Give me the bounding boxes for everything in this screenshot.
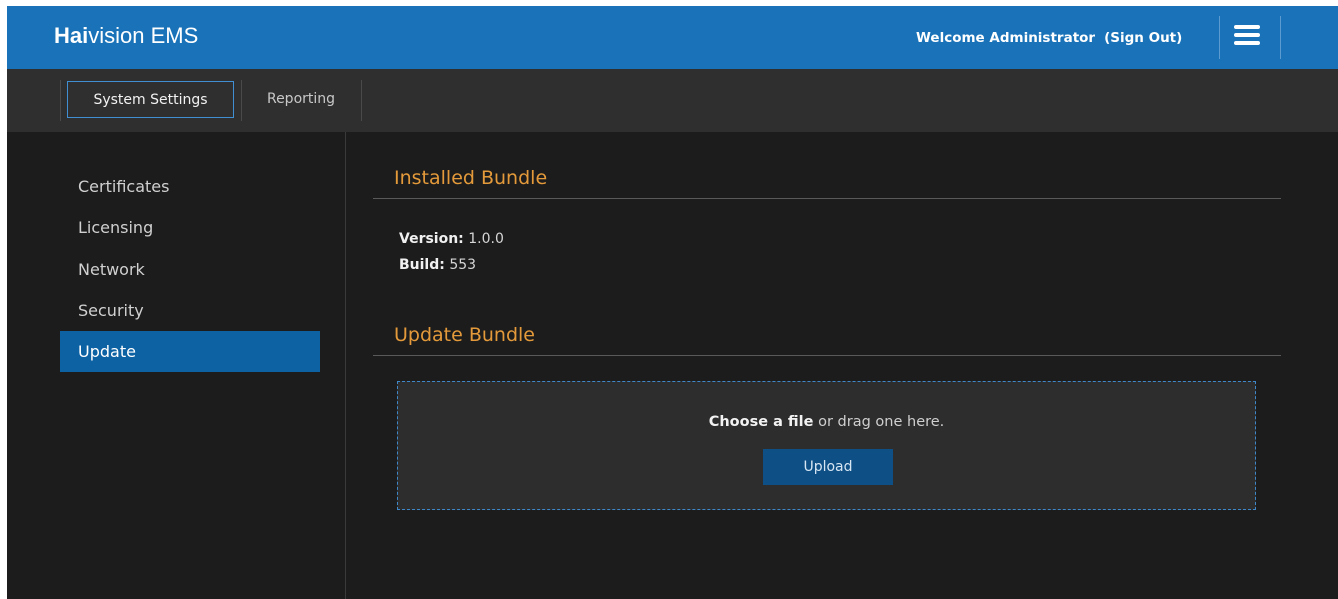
choose-file-link[interactable]: Choose a file: [709, 414, 814, 430]
version-value: 1.0.0: [468, 231, 504, 247]
tab-divider: [60, 80, 61, 121]
tab-divider: [241, 80, 242, 121]
sub-navigation: System Settings Reporting: [7, 69, 1338, 132]
version-label: Version:: [399, 231, 464, 247]
tab-system-settings[interactable]: System Settings: [67, 81, 234, 118]
file-drop-zone[interactable]: Choose a file or drag one here. Upload: [397, 381, 1256, 510]
sidebar-item-licensing[interactable]: Licensing: [60, 207, 320, 248]
build-row: Build: 553: [399, 257, 476, 273]
welcome-text: Welcome Administrator: [916, 30, 1096, 46]
tab-divider: [361, 80, 362, 121]
section-divider: [373, 355, 1281, 356]
sidebar-item-update[interactable]: Update: [60, 331, 320, 372]
app-window: Haivision EMS Welcome Administrator (Sign…: [7, 6, 1338, 599]
hamburger-icon[interactable]: [1234, 25, 1260, 47]
logo-text: vision EMS: [88, 23, 199, 48]
drop-instructions: Choose a file or drag one here.: [398, 414, 1255, 430]
sidebar-item-certificates[interactable]: Certificates: [60, 166, 320, 207]
update-bundle-title: Update Bundle: [394, 324, 535, 346]
build-value: 553: [449, 257, 477, 273]
tab-reporting[interactable]: Reporting: [246, 81, 356, 118]
section-divider: [373, 198, 1281, 199]
sidebar-item-network[interactable]: Network: [60, 249, 320, 290]
version-row: Version: 1.0.0: [399, 231, 504, 247]
app-logo[interactable]: Haivision EMS: [54, 23, 198, 49]
settings-sidebar: Certificates Licensing Network Security …: [7, 132, 346, 599]
logo-bold-text: Hai: [54, 23, 89, 48]
header-divider: [1280, 16, 1281, 59]
sidebar-item-security[interactable]: Security: [60, 290, 320, 331]
installed-bundle-title: Installed Bundle: [394, 167, 548, 189]
header-divider: [1219, 16, 1220, 59]
user-greeting: Welcome Administrator (Sign Out): [916, 30, 1191, 46]
build-label: Build:: [399, 257, 445, 273]
sign-out-link[interactable]: (Sign Out): [1104, 30, 1182, 46]
upload-button[interactable]: Upload: [763, 449, 893, 485]
drag-hint-text: or drag one here.: [813, 414, 945, 430]
top-header: Haivision EMS Welcome Administrator (Sign…: [7, 6, 1338, 69]
